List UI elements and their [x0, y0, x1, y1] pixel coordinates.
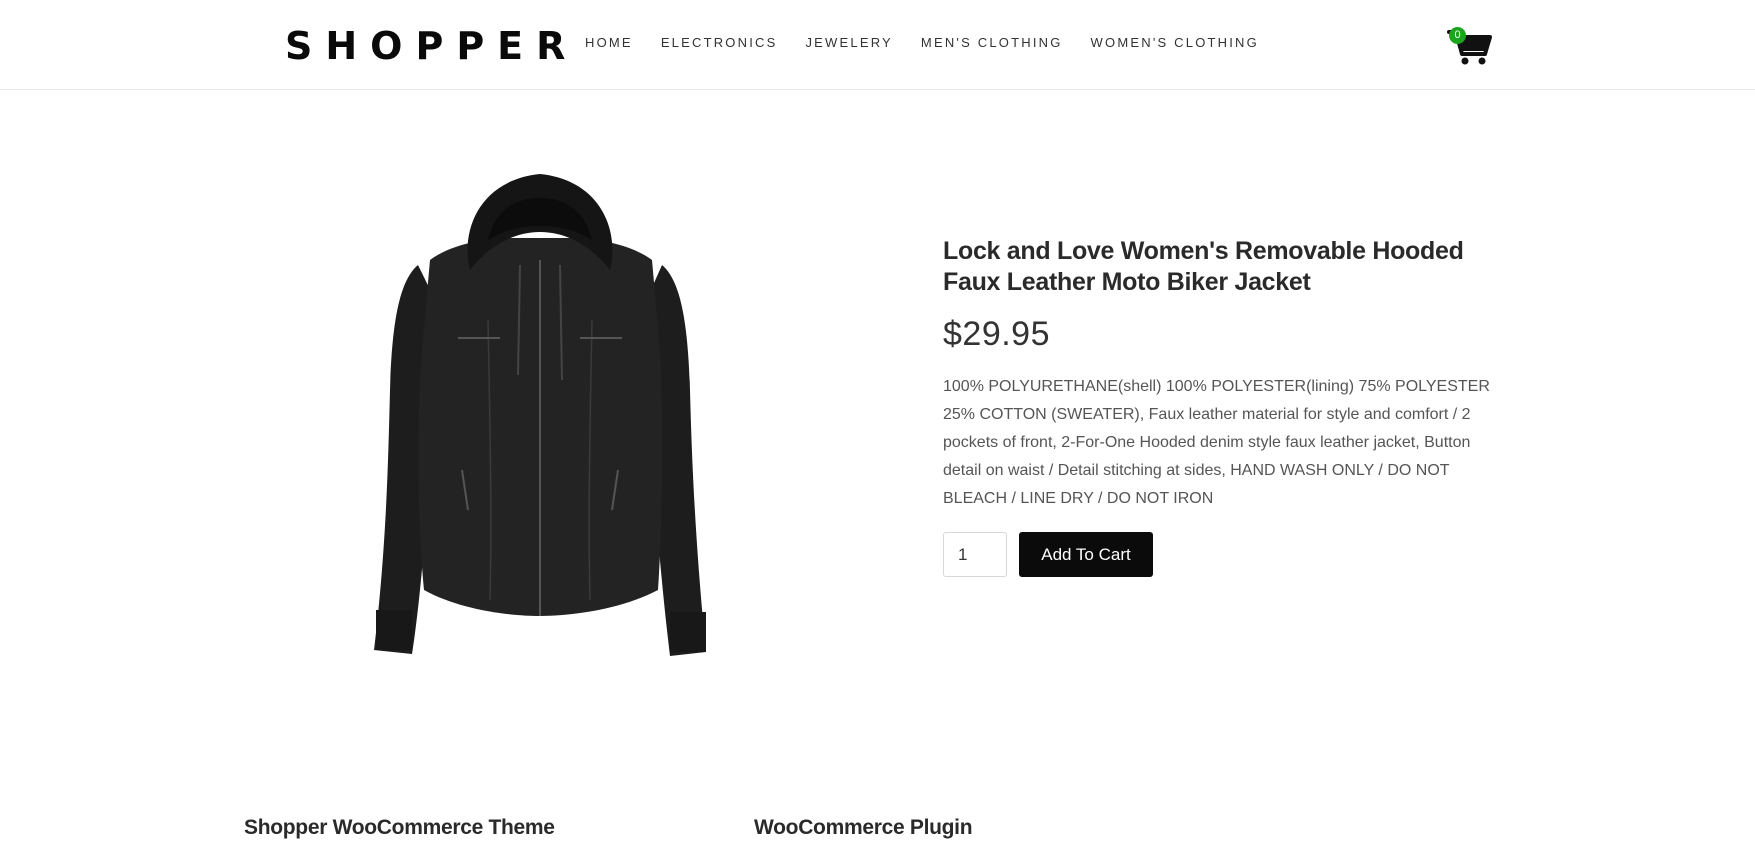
footer-title-theme: Shopper WooCommerce Theme — [244, 816, 555, 839]
jacket-image — [374, 174, 706, 656]
footer-title-plugin: WooCommerce Plugin — [754, 816, 973, 839]
nav-item-home[interactable]: HOME — [585, 34, 633, 52]
add-to-cart-row: Add To Cart — [943, 532, 1493, 577]
product-details: Lock and Love Women's Removable Hooded F… — [943, 236, 1493, 577]
cart-button[interactable]: 0 — [1447, 24, 1493, 66]
nav-item-mens-clothing[interactable]: MEN'S CLOTHING — [921, 34, 1063, 52]
site-logo[interactable]: SHOPPER — [285, 24, 578, 68]
quantity-input[interactable] — [943, 532, 1007, 577]
product-price: $29.95 — [943, 315, 1050, 353]
add-to-cart-button[interactable]: Add To Cart — [1019, 532, 1153, 577]
cart-count-badge: 0 — [1449, 27, 1466, 44]
nav-item-womens-clothing[interactable]: WOMEN'S CLOTHING — [1091, 34, 1259, 52]
nav-item-jewelery[interactable]: JEWELERY — [805, 34, 892, 52]
product-description: 100% POLYURETHANE(shell) 100% POLYESTER(… — [943, 378, 1490, 507]
product-title: Lock and Love Women's Removable Hooded F… — [943, 237, 1464, 296]
nav-item-electronics[interactable]: ELECTRONICS — [661, 34, 778, 52]
site-header: SHOPPER HOME ELECTRONICS JEWELERY MEN'S … — [0, 0, 1755, 90]
main-nav: HOME ELECTRONICS JEWELERY MEN'S CLOTHING… — [585, 34, 1287, 52]
product-image — [370, 170, 710, 660]
